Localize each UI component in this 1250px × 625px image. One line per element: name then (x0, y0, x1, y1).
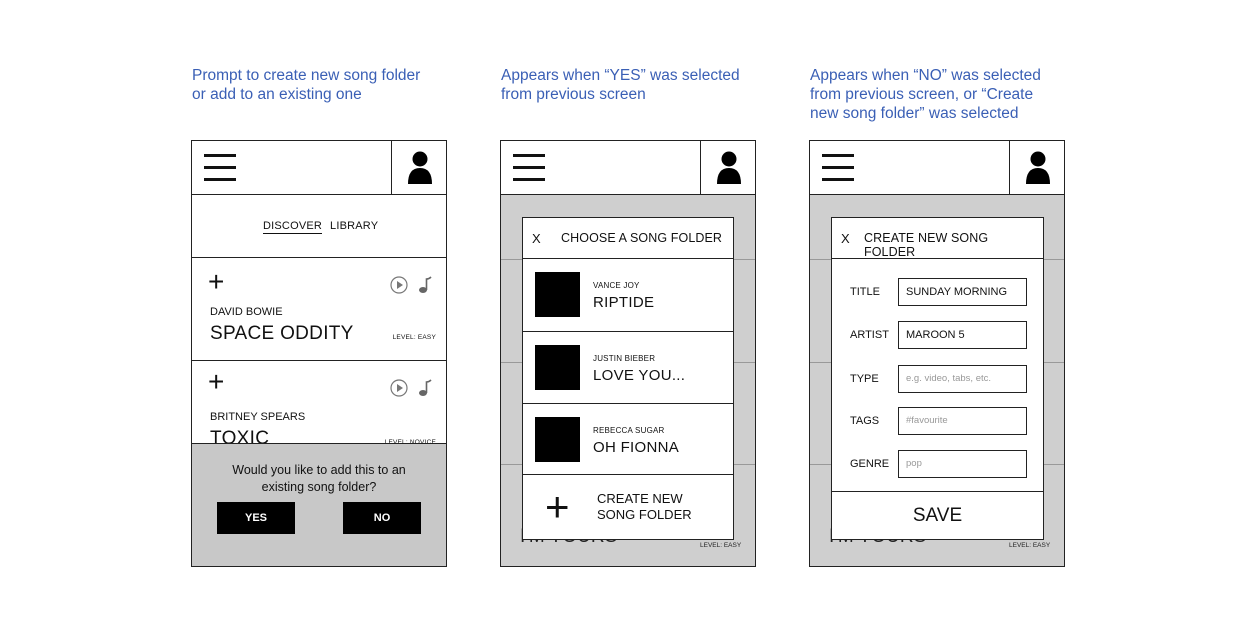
music-note-icon[interactable] (418, 276, 432, 294)
close-icon[interactable]: X (841, 231, 850, 246)
yes-button[interactable]: YES (217, 502, 295, 534)
form-row-genre: GENRE pop (832, 449, 1043, 493)
folder-artist: VANCE JOY (593, 281, 640, 290)
tags-field[interactable]: #favourite (898, 407, 1027, 435)
modal-title: CHOOSE A SONG FOLDER (561, 231, 723, 245)
user-profile-button[interactable] (700, 141, 755, 194)
phone-screen-2: I'M YOURS LEVEL: EASY X CHOOSE A SONG FO… (500, 140, 756, 567)
caption-line: from previous screen, or “Create (810, 86, 1034, 103)
caption-screen-3: Appears when “NO” was selected from prev… (810, 66, 1041, 123)
folder-item[interactable]: JUSTIN BIEBER LOVE YOU... (523, 332, 733, 404)
folder-thumbnail (535, 417, 580, 462)
folder-item[interactable]: VANCE JOY RIPTIDE (523, 259, 733, 332)
tab-discover[interactable]: DISCOVER (263, 220, 323, 234)
folder-artist: REBECCA SUGAR (593, 426, 665, 435)
artist-field[interactable]: MAROON 5 (898, 321, 1027, 349)
field-label: ARTIST (850, 329, 889, 341)
caption-line: or add to an existing one (192, 86, 362, 103)
caption-screen-2: Appears when “YES” was selected from pre… (501, 66, 740, 104)
caption-screen-1: Prompt to create new song folder or add … (192, 66, 420, 104)
add-to-folder-prompt: Would you like to add this to an existin… (192, 443, 446, 566)
folder-song: LOVE YOU... (593, 367, 686, 384)
create-folder-label: CREATE NEW SONG FOLDER (597, 491, 692, 523)
folder-thumbnail (535, 272, 580, 317)
user-profile-button[interactable] (1009, 141, 1064, 194)
song-card: + BRITNEY SPEARS TOXIC LEVEL: NOVICE (192, 362, 446, 449)
create-folder-label-line: SONG FOLDER (597, 507, 692, 522)
song-title: SPACE ODDITY (210, 323, 354, 344)
plus-icon: + (545, 483, 570, 530)
music-note-icon[interactable] (418, 379, 432, 397)
play-icon[interactable] (390, 276, 408, 294)
background-song-level: LEVEL: EASY (1009, 542, 1051, 549)
user-icon (408, 151, 432, 184)
form-row-artist: ARTIST MAROON 5 (832, 320, 1043, 364)
modal-title: CREATE NEW SONG FOLDER (864, 231, 989, 259)
genre-field[interactable]: pop (898, 450, 1027, 478)
song-artist: DAVID BOWIE (210, 306, 283, 318)
song-card: + DAVID BOWIE SPACE ODDITY LEVEL: EASY (192, 259, 446, 361)
field-label: TITLE (850, 286, 880, 298)
caption-line: Appears when “YES” was selected (501, 67, 740, 84)
phone-screen-1: DISCOVER LIBRARY + DAVID BOWIE SPACE ODD… (191, 140, 447, 567)
create-new-folder-button[interactable]: + CREATE NEW SONG FOLDER (523, 475, 733, 539)
close-icon[interactable]: X (532, 231, 541, 246)
user-profile-button[interactable] (391, 141, 446, 194)
choose-folder-modal: X CHOOSE A SONG FOLDER VANCE JOY RIPTIDE… (522, 217, 734, 540)
hamburger-icon[interactable] (204, 154, 236, 182)
phone-screen-3: I'M YOURS LEVEL: EASY X CREATE NEW SONG … (809, 140, 1065, 567)
caption-line: from previous screen (501, 86, 646, 103)
add-song-button[interactable]: + (208, 368, 224, 396)
app-header (810, 141, 1064, 195)
type-field[interactable]: e.g. video, tabs, etc. (898, 365, 1027, 393)
app-header (192, 141, 446, 195)
caption-line: new song folder” was selected (810, 105, 1019, 122)
save-button[interactable]: SAVE (832, 491, 1043, 539)
song-level: LEVEL: EASY (392, 334, 436, 341)
app-header (501, 141, 755, 195)
hamburger-icon[interactable] (513, 154, 545, 182)
user-icon (717, 151, 741, 184)
user-icon (1026, 151, 1050, 184)
folder-item[interactable]: REBECCA SUGAR OH FIONNA (523, 404, 733, 475)
field-label: TYPE (850, 373, 879, 385)
caption-line: Appears when “NO” was selected (810, 67, 1041, 84)
modal-header: X CREATE NEW SONG FOLDER (832, 218, 1043, 259)
background-song-level: LEVEL: EASY (700, 542, 742, 549)
field-label: TAGS (850, 415, 880, 427)
folder-song: RIPTIDE (593, 294, 655, 311)
form-row-title: TITLE SUNDAY MORNING (832, 277, 1043, 321)
add-song-button[interactable]: + (208, 268, 224, 296)
song-artist: BRITNEY SPEARS (210, 411, 306, 423)
folder-song: OH FIONNA (593, 439, 680, 456)
modal-header: X CHOOSE A SONG FOLDER (523, 218, 733, 259)
play-icon[interactable] (390, 379, 408, 397)
caption-line: Prompt to create new song folder (192, 67, 421, 84)
title-field[interactable]: SUNDAY MORNING (898, 278, 1027, 306)
prompt-question: Would you like to add this to an existin… (232, 463, 406, 494)
create-folder-modal: X CREATE NEW SONG FOLDER TITLE SUNDAY MO… (831, 217, 1044, 540)
form-row-type: TYPE e.g. video, tabs, etc. (832, 364, 1043, 408)
tab-library[interactable]: LIBRARY (330, 220, 378, 232)
create-folder-label-line: CREATE NEW (597, 491, 683, 506)
hamburger-icon[interactable] (822, 154, 854, 182)
field-label: GENRE (850, 458, 890, 470)
no-button[interactable]: NO (343, 502, 421, 534)
folder-thumbnail (535, 345, 580, 390)
folder-artist: JUSTIN BIEBER (593, 354, 656, 363)
form-row-tags: TAGS #favourite (832, 406, 1043, 450)
tab-bar: DISCOVER LIBRARY (192, 195, 446, 258)
